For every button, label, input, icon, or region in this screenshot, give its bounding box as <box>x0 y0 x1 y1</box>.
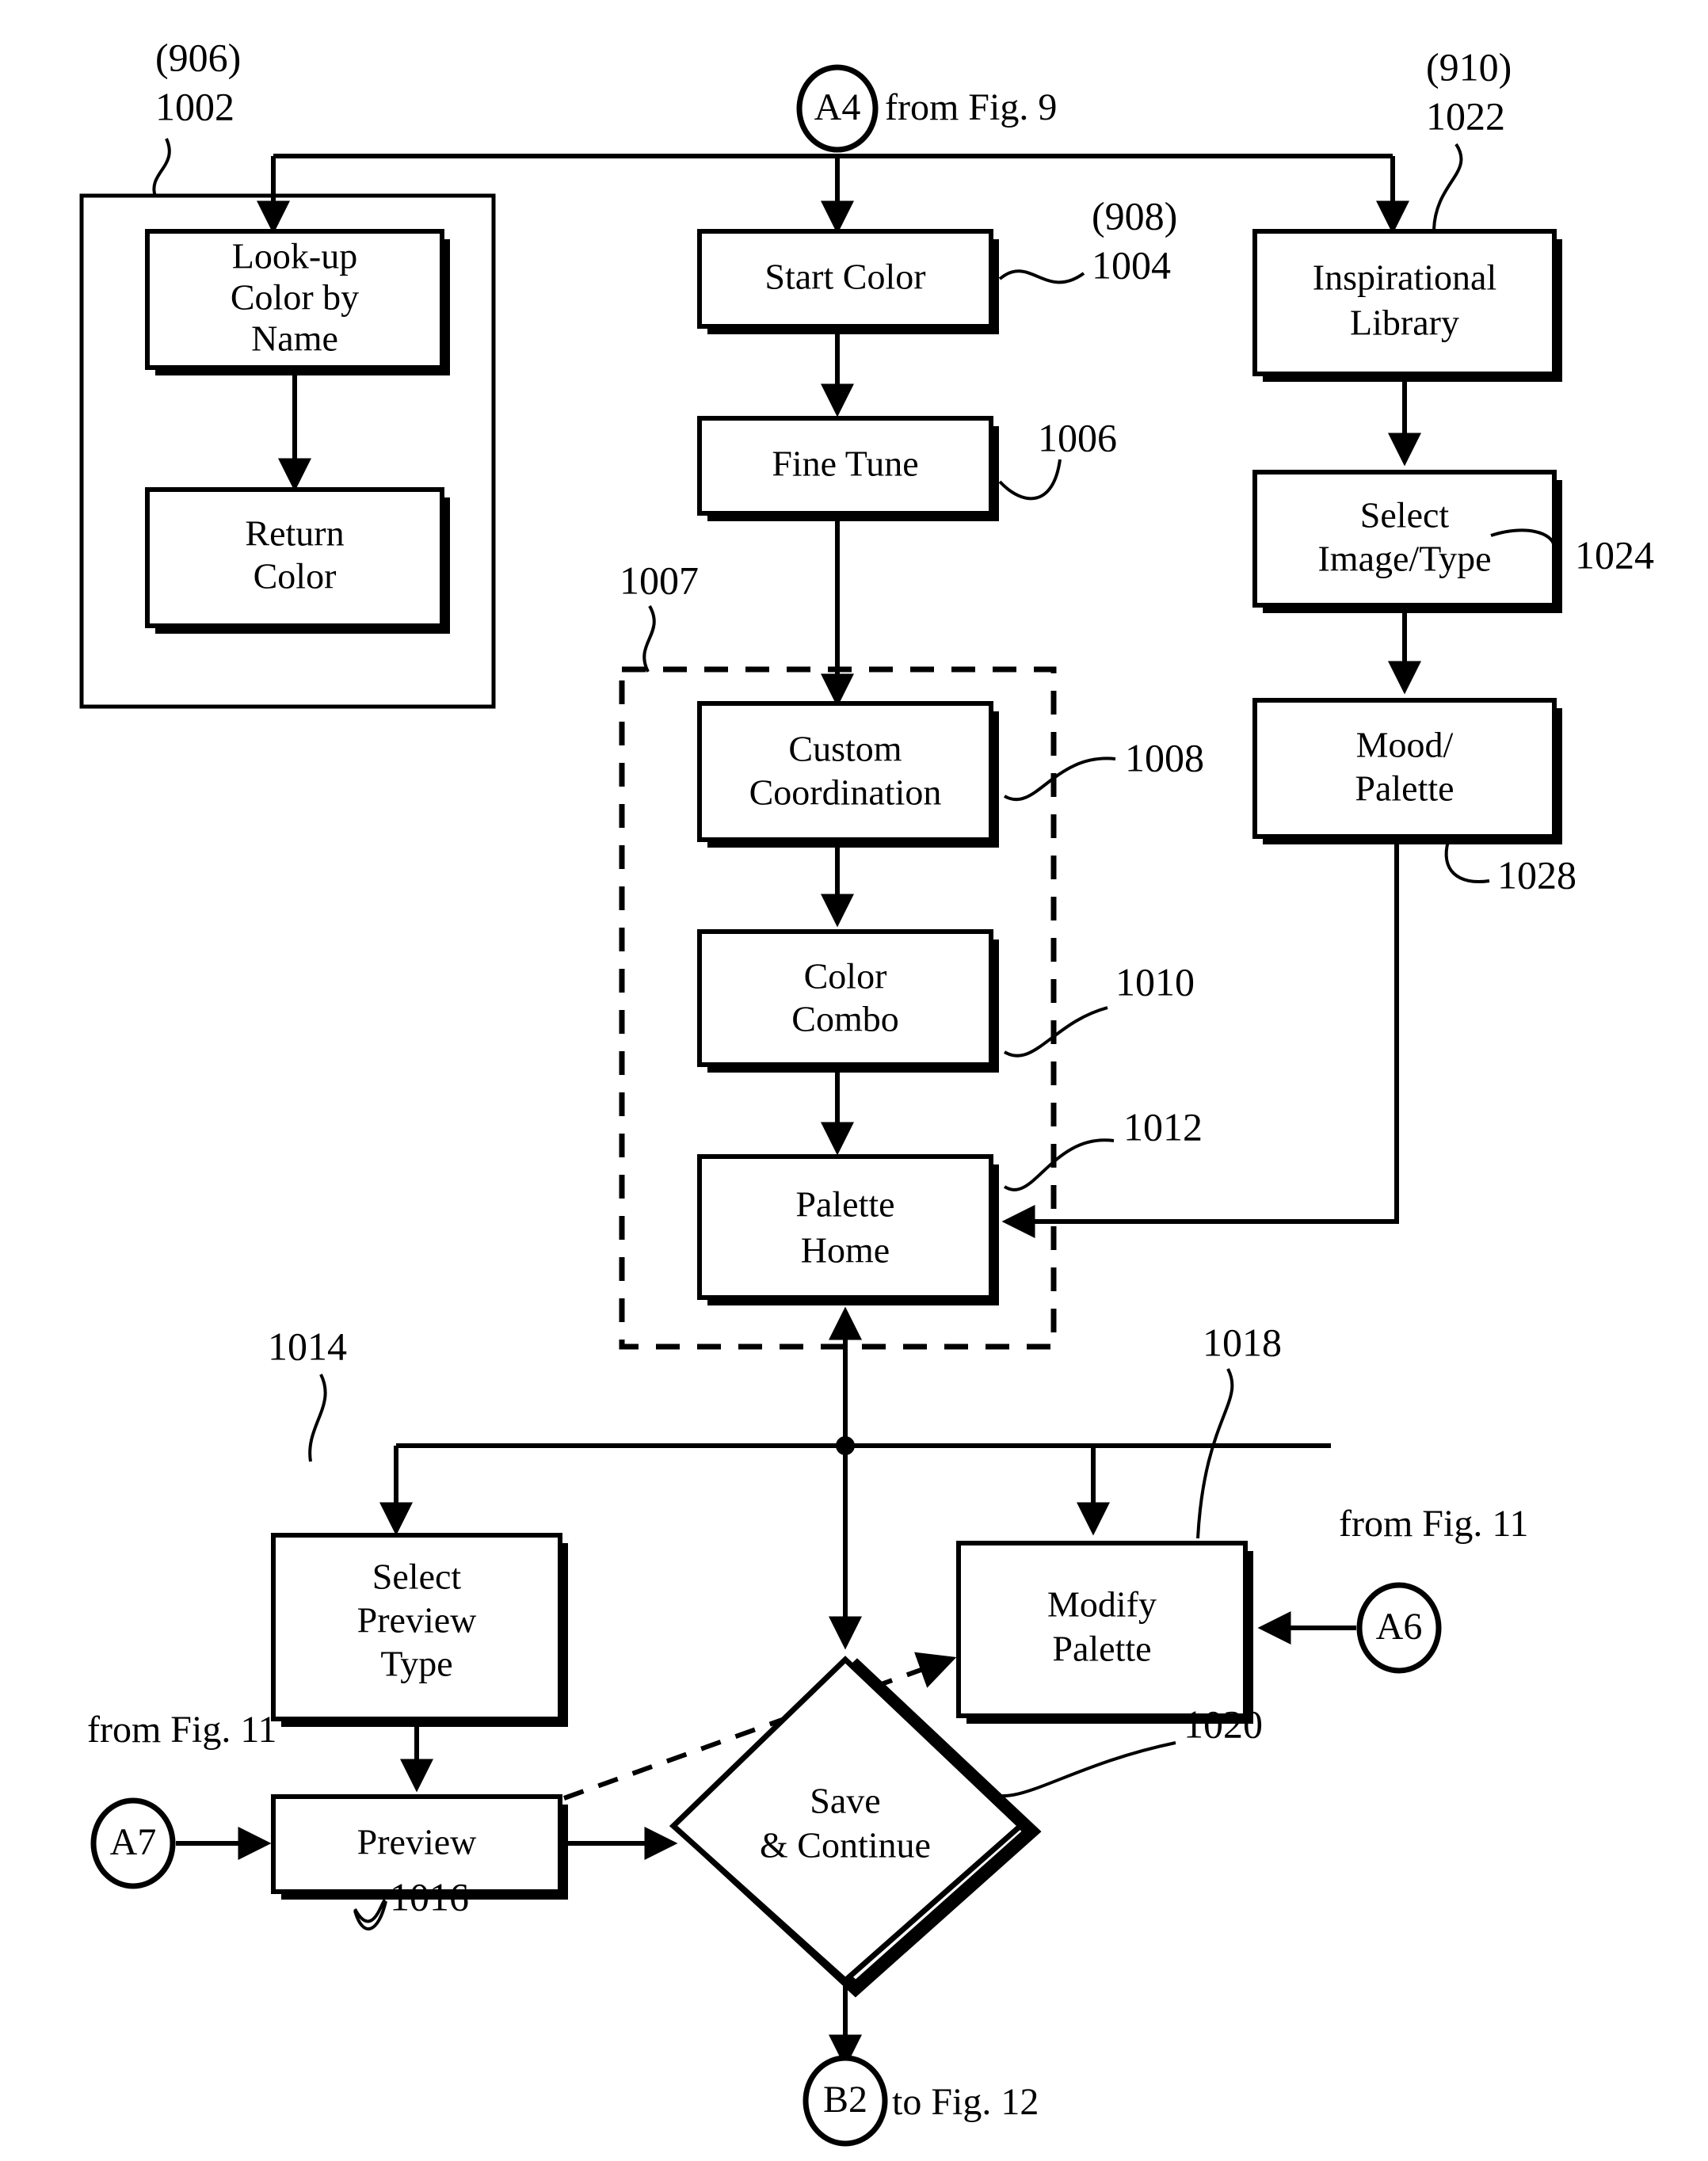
connector-a7-note: from Fig. 11 <box>87 1709 277 1751</box>
preview-label: Preview <box>357 1822 478 1862</box>
lookup-color-label-line1: Look-up <box>232 236 357 276</box>
ref-1020-label: 1020 <box>1184 1702 1263 1746</box>
lookup-color-label-line2: Color by <box>231 277 359 318</box>
mood-palette-label-line1: Mood/ <box>1356 725 1454 765</box>
connector-a6-note: from Fig. 11 <box>1339 1503 1529 1545</box>
ref-1002-label: 1002 <box>155 84 234 128</box>
ref-1024-label: 1024 <box>1575 532 1654 577</box>
fine-tune-label: Fine Tune <box>772 444 918 484</box>
ref-1010-label: 1010 <box>1115 959 1195 1004</box>
select-preview-type-label-line2: Preview <box>357 1600 478 1641</box>
start-color-label: Start Color <box>764 257 925 297</box>
leader-1002 <box>152 138 171 197</box>
ref-908-label: (908) <box>1092 193 1177 238</box>
select-preview-type-label-line3: Type <box>380 1644 452 1684</box>
leader-1022 <box>1432 143 1463 231</box>
ref-1007-label: 1007 <box>620 558 699 602</box>
color-combo-label-line2: Combo <box>791 999 898 1039</box>
connector-b2-label: B2 <box>823 2079 867 2121</box>
ref-1008-label: 1008 <box>1125 735 1204 779</box>
mood-palette-to-palette-home-arrow <box>1001 844 1399 1238</box>
palette-home-box[interactable] <box>697 1154 993 1300</box>
modify-palette-label-line1: Modify <box>1047 1584 1157 1625</box>
leader-1004 <box>998 269 1085 284</box>
connector-a6-label: A6 <box>1376 1606 1423 1648</box>
inspirational-library-label-line1: Inspirational <box>1313 257 1497 298</box>
leader-1018 <box>1196 1368 1234 1539</box>
leader-1006 <box>998 459 1062 501</box>
ref-906-label: (906) <box>155 35 241 79</box>
return-color-label-line2: Color <box>254 556 337 596</box>
select-image-type-label-line1: Select <box>1360 495 1450 535</box>
leader-1028 <box>1444 840 1490 883</box>
inspirational-library-label-line2: Library <box>1350 303 1459 343</box>
custom-coordination-label-line1: Custom <box>788 729 902 769</box>
connector-b2-note: to Fig. 12 <box>892 2081 1039 2123</box>
leader-1012 <box>1003 1138 1115 1191</box>
palette-home-label-line1: Palette <box>795 1184 894 1225</box>
custom-coordination-label-line2: Coordination <box>749 772 942 813</box>
ref-1028-label: 1028 <box>1497 852 1576 897</box>
flowchart-canvas: A4 from Fig. 9 Look-up Color by Name Ret… <box>79 35 1654 2147</box>
patent-figure-page: A4 from Fig. 9 Look-up Color by Name Ret… <box>0 0 1708 2161</box>
connector-a4-label: A4 <box>814 86 861 128</box>
ref-1022-label: 1022 <box>1426 93 1505 138</box>
modify-palette-label-line2: Palette <box>1052 1629 1151 1669</box>
ref-1004-label: 1004 <box>1092 242 1171 287</box>
ref-910-label: (910) <box>1426 44 1512 89</box>
ref-1016-label: 1016 <box>390 1874 469 1919</box>
mood-palette-label-line2: Palette <box>1355 768 1454 809</box>
save-continue-label-line2: & Continue <box>760 1825 931 1866</box>
connector-a4-note: from Fig. 9 <box>885 86 1057 128</box>
leader-1014 <box>308 1374 327 1462</box>
connector-a7-label: A7 <box>110 1821 157 1863</box>
leader-1020 <box>981 1741 1176 1798</box>
palette-home-label-line2: Home <box>801 1230 890 1271</box>
ref-1014-label: 1014 <box>268 1324 347 1368</box>
lookup-color-label-line3: Name <box>251 318 338 359</box>
leader-1007 <box>642 605 656 673</box>
ref-1018-label: 1018 <box>1203 1320 1282 1364</box>
ref-1006-label: 1006 <box>1038 415 1117 459</box>
leader-1008 <box>1004 757 1116 802</box>
select-preview-type-label-line1: Select <box>372 1557 462 1597</box>
ref-1012-label: 1012 <box>1123 1104 1203 1149</box>
return-color-label-line1: Return <box>245 513 344 554</box>
color-combo-label-line1: Color <box>804 956 887 997</box>
save-continue-label-line1: Save <box>810 1781 880 1821</box>
select-image-type-label-line2: Image/Type <box>1317 539 1491 579</box>
